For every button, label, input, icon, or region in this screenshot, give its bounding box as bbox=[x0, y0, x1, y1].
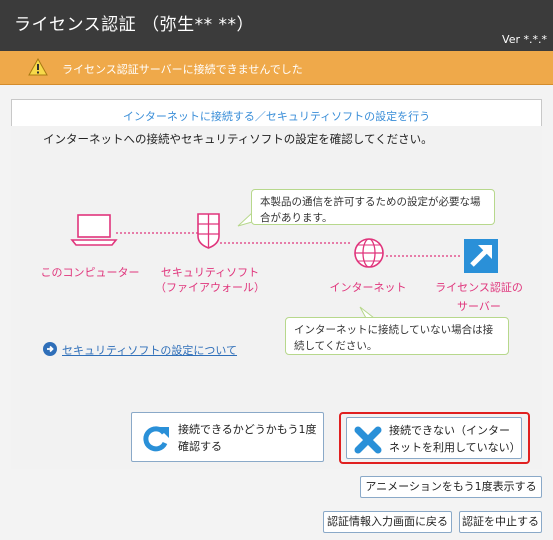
internet-hint-bubble: インターネットに接続していない場合は接続してください。 bbox=[285, 317, 509, 355]
retry-connection-button[interactable]: 接続できるかどうかもう1度 確認する bbox=[131, 412, 324, 462]
cannot-connect-highlight: 接続できない（インター ネットを利用していない） bbox=[339, 412, 530, 464]
arrow-circle-icon bbox=[43, 342, 57, 356]
server-label: ライセンス認証の サーバー bbox=[424, 280, 534, 314]
shield-icon bbox=[197, 213, 220, 249]
replay-animation-button[interactable]: アニメーションをもう1度表示する bbox=[360, 476, 542, 498]
retry-button-line2: 確認する bbox=[178, 440, 222, 453]
internet-label: インターネット bbox=[329, 281, 407, 294]
cannot-button-line2: ネットを利用していない） bbox=[389, 441, 521, 454]
security-settings-link[interactable]: セキュリティソフトの設定について bbox=[62, 342, 237, 358]
computer-label: このコンピューター bbox=[40, 266, 140, 279]
server-label-line1: ライセンス認証の bbox=[435, 281, 523, 294]
computer-icon bbox=[70, 214, 118, 246]
cannot-button-line1: 接続できない（インター bbox=[389, 424, 510, 437]
refresh-icon bbox=[143, 426, 169, 452]
cancel-activation-button[interactable]: 認証を中止する bbox=[459, 511, 542, 533]
server-label-line2: サーバー bbox=[457, 300, 501, 313]
cannot-connect-button[interactable]: 接続できない（インター ネットを利用していない） bbox=[346, 417, 522, 459]
security-label: セキュリティソフト （ファイアウォール） bbox=[150, 265, 270, 295]
security-label-line2: （ファイアウォール） bbox=[155, 281, 265, 294]
security-hint-bubble: 本製品の通信を許可するための設定が必要な場合があります。 bbox=[251, 189, 495, 225]
retry-button-line1: 接続できるかどうかもう1度 bbox=[178, 423, 317, 436]
globe-icon bbox=[354, 238, 384, 268]
server-arrow-icon bbox=[464, 239, 498, 273]
cross-icon bbox=[354, 426, 382, 454]
security-label-line1: セキュリティソフト bbox=[160, 266, 260, 279]
back-to-input-button[interactable]: 認証情報入力画面に戻る bbox=[323, 511, 452, 533]
